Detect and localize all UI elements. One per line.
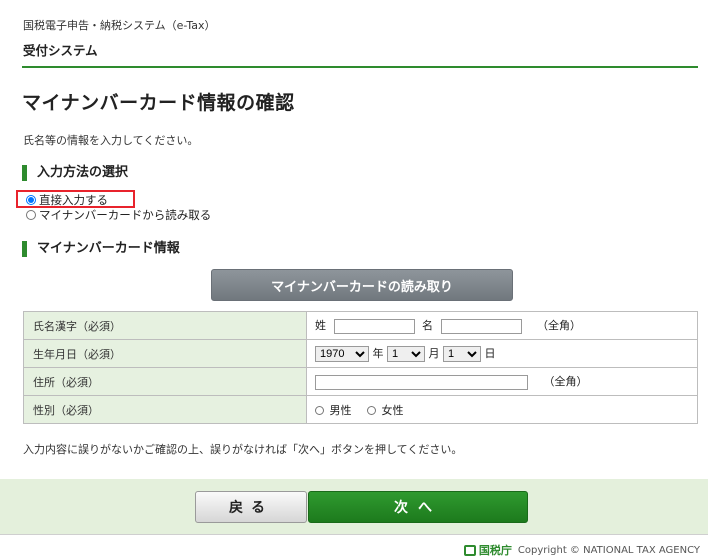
footer-divider bbox=[0, 534, 708, 535]
copyright-text: Copyright © NATIONAL TAX AGENCY bbox=[517, 544, 700, 556]
section-heading-card-info: マイナンバーカード情報 bbox=[22, 241, 180, 257]
instruction-text: 氏名等の情報を入力してください。 bbox=[23, 134, 199, 147]
sub-title: 受付システム bbox=[23, 43, 98, 58]
form-row-birthdate: 生年月日（必須） 1970 年 1 月 1 日 bbox=[23, 339, 698, 368]
read-card-button[interactable]: マイナンバーカードの読み取り bbox=[211, 269, 513, 301]
radio-female[interactable]: 女性 bbox=[367, 404, 404, 417]
radio-male-label: 男性 bbox=[329, 403, 352, 417]
agency-name: 国税庁 bbox=[478, 544, 512, 557]
agency-logo: 国税庁 bbox=[463, 542, 512, 558]
address-cell: （全角） bbox=[306, 367, 698, 396]
gender-label: 性別（必須） bbox=[23, 395, 307, 424]
birth-year-select[interactable]: 1970 bbox=[315, 346, 369, 362]
system-title: 国税電子申告・納税システム（e-Tax） bbox=[23, 19, 216, 32]
mei-label: 名 bbox=[422, 319, 433, 333]
form-row-gender: 性別（必須） 男性 女性 bbox=[23, 395, 698, 424]
radio-card-read-control[interactable] bbox=[26, 210, 36, 220]
address-input[interactable] bbox=[315, 374, 528, 390]
name-label: 氏名漢字（必須） bbox=[23, 311, 307, 340]
back-button[interactable]: 戻る bbox=[195, 491, 307, 523]
radio-female-control[interactable] bbox=[367, 406, 376, 415]
mei-input[interactable] bbox=[440, 318, 522, 334]
footer: 国税庁 Copyright © NATIONAL TAX AGENCY bbox=[463, 542, 700, 558]
address-label: 住所（必須） bbox=[23, 367, 307, 396]
radio-card-read[interactable]: マイナンバーカードから読み取る bbox=[26, 207, 211, 223]
agency-logo-icon bbox=[463, 544, 476, 556]
page-title: マイナンバーカード情報の確認 bbox=[22, 92, 295, 114]
radio-male-control[interactable] bbox=[315, 406, 324, 415]
next-button[interactable]: 次へ bbox=[308, 491, 528, 523]
year-unit: 年 bbox=[372, 347, 384, 360]
birth-day-select[interactable]: 1 bbox=[443, 346, 481, 362]
sei-label: 姓 bbox=[315, 319, 326, 333]
name-zenkaku-note: （全角） bbox=[537, 319, 581, 333]
confirmation-note: 入力内容に誤りがないかご確認の上、誤りがなければ「次へ」ボタンを押してください。 bbox=[23, 443, 463, 456]
radio-card-read-label: マイナンバーカードから読み取る bbox=[39, 208, 212, 222]
radio-direct-input-label: 直接入力する bbox=[39, 193, 108, 207]
day-unit: 日 bbox=[484, 347, 496, 360]
radio-direct-input[interactable]: 直接入力する bbox=[26, 192, 108, 208]
radio-female-label: 女性 bbox=[381, 403, 404, 417]
header-divider bbox=[22, 66, 698, 68]
birth-month-select[interactable]: 1 bbox=[387, 346, 425, 362]
gender-cell: 男性 女性 bbox=[306, 395, 698, 424]
sei-input[interactable] bbox=[333, 318, 415, 334]
name-cell: 姓 名 （全角） bbox=[306, 311, 698, 340]
birthdate-cell: 1970 年 1 月 1 日 bbox=[306, 339, 698, 368]
radio-male[interactable]: 男性 bbox=[315, 404, 355, 417]
birthdate-label: 生年月日（必須） bbox=[23, 339, 307, 368]
section-heading-input-method: 入力方法の選択 bbox=[22, 165, 128, 181]
form-row-address: 住所（必須） （全角） bbox=[23, 367, 698, 396]
radio-direct-input-control[interactable] bbox=[26, 195, 36, 205]
month-unit: 月 bbox=[428, 347, 440, 360]
address-zenkaku-note: （全角） bbox=[543, 375, 588, 389]
form-row-name: 氏名漢字（必須） 姓 名 （全角） bbox=[23, 311, 698, 340]
personal-info-form: 氏名漢字（必須） 姓 名 （全角） 生年月日（必須） 1970 年 1 月 1 … bbox=[23, 311, 698, 424]
